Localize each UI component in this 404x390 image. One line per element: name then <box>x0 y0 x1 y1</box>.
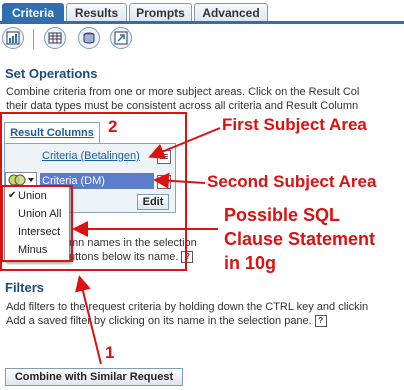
annotation-possible-sql: Possible SQL <box>224 205 341 225</box>
annotation-number-1: 1 <box>105 343 115 362</box>
annotation-number-2: 2 <box>108 117 118 136</box>
annotation-in-10g: in 10g <box>224 253 277 273</box>
annotation-second-subject-area: Second Subject Area <box>207 172 377 191</box>
annotation-arrows <box>72 127 221 365</box>
annotation-clause-statement: Clause Statement <box>224 229 376 249</box>
annotation-first-subject-area: First Subject Area <box>222 115 367 134</box>
